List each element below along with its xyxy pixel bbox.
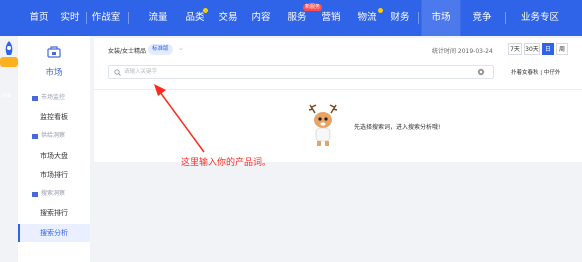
sidebar-item-search-analysis[interactable]: 搜索分析	[18, 224, 90, 242]
vip-rocket-icon[interactable]	[0, 39, 18, 73]
sidebar-title: 市场	[45, 68, 63, 78]
top-nav: 首页 实时 作战室 流量 品类 交易 内容 服务 新服务 营销 物流 财务 市场…	[0, 0, 582, 36]
suggested-keywords[interactable]: 扑着女春秋 | 中仔外	[511, 68, 560, 76]
range-7d-button[interactable]: 7天	[508, 43, 522, 55]
search-input[interactable]: 请输入关键字	[108, 65, 494, 79]
divider	[94, 89, 582, 90]
nav-home[interactable]: 首页	[29, 0, 48, 36]
clear-icon[interactable]	[477, 68, 485, 76]
nav-logistics[interactable]: 物流	[357, 0, 376, 36]
nav-competition[interactable]: 竞争	[472, 0, 491, 36]
sidebar-item-market-rank[interactable]: 市场排行	[18, 166, 90, 184]
nav-trade[interactable]: 交易	[218, 0, 237, 36]
nav-separator	[128, 12, 129, 24]
nav-separator	[505, 12, 506, 24]
nav-finance[interactable]: 财务	[390, 0, 409, 36]
sidebar-item-search-rank[interactable]: 搜索排行	[18, 204, 90, 222]
nav-separator	[418, 12, 419, 24]
sidebar: 市场 市场监控 监控看板 供给洞察 市场大盘 市场排行 搜索洞察 搜索排行 搜索…	[18, 36, 90, 262]
search-placeholder: 请输入关键字	[124, 69, 158, 75]
new-dot-icon	[203, 8, 208, 13]
deer-mascot-icon	[308, 104, 338, 146]
market-icon	[47, 46, 61, 58]
range-week-button[interactable]: 周	[556, 43, 568, 55]
empty-state-message: 先选择搜索词，进入搜索分析哦!	[354, 124, 441, 131]
vip-label: 决策	[1, 93, 12, 99]
main-panel: 女装/女士精品 标准版 ⌄ 统计时间 2019-03-24 7天 30天 日 周…	[94, 38, 582, 162]
left-rail: 决策	[0, 36, 18, 262]
nav-separator	[86, 12, 87, 24]
sidebar-header[interactable]: 市场	[18, 36, 90, 82]
nav-market[interactable]: 市场	[421, 0, 461, 36]
nav-content[interactable]: 内容	[251, 0, 270, 36]
nav-war-room[interactable]: 作战室	[92, 0, 121, 36]
sidebar-item-market-overview[interactable]: 市场大盘	[18, 147, 90, 165]
nav-business-zone[interactable]: 业务专区	[521, 0, 559, 36]
range-30d-button[interactable]: 30天	[524, 43, 540, 55]
folder-icon	[32, 192, 38, 197]
stat-time: 统计时间 2019-03-24	[432, 48, 493, 55]
edition-badge: 标准版	[148, 44, 173, 55]
range-day-button[interactable]: 日	[542, 43, 554, 55]
active-indicator	[18, 224, 20, 242]
sidebar-item-monitor-board[interactable]: 监控看板	[18, 108, 90, 126]
search-icon	[114, 69, 121, 76]
hot-badge: 新服务	[303, 4, 323, 11]
folder-icon	[32, 134, 38, 139]
nav-realtime[interactable]: 实时	[60, 0, 79, 36]
folder-icon	[32, 96, 38, 101]
new-dot-icon	[378, 8, 383, 13]
chevron-down-icon[interactable]: ⌄	[178, 44, 184, 52]
annotation-text: 这里输入你的产品词。	[181, 158, 272, 168]
nav-marketing[interactable]: 营销	[321, 0, 340, 36]
nav-traffic[interactable]: 流量	[148, 0, 167, 36]
nav-category[interactable]: 品类	[185, 0, 204, 36]
breadcrumb[interactable]: 女装/女士精品	[108, 46, 146, 55]
